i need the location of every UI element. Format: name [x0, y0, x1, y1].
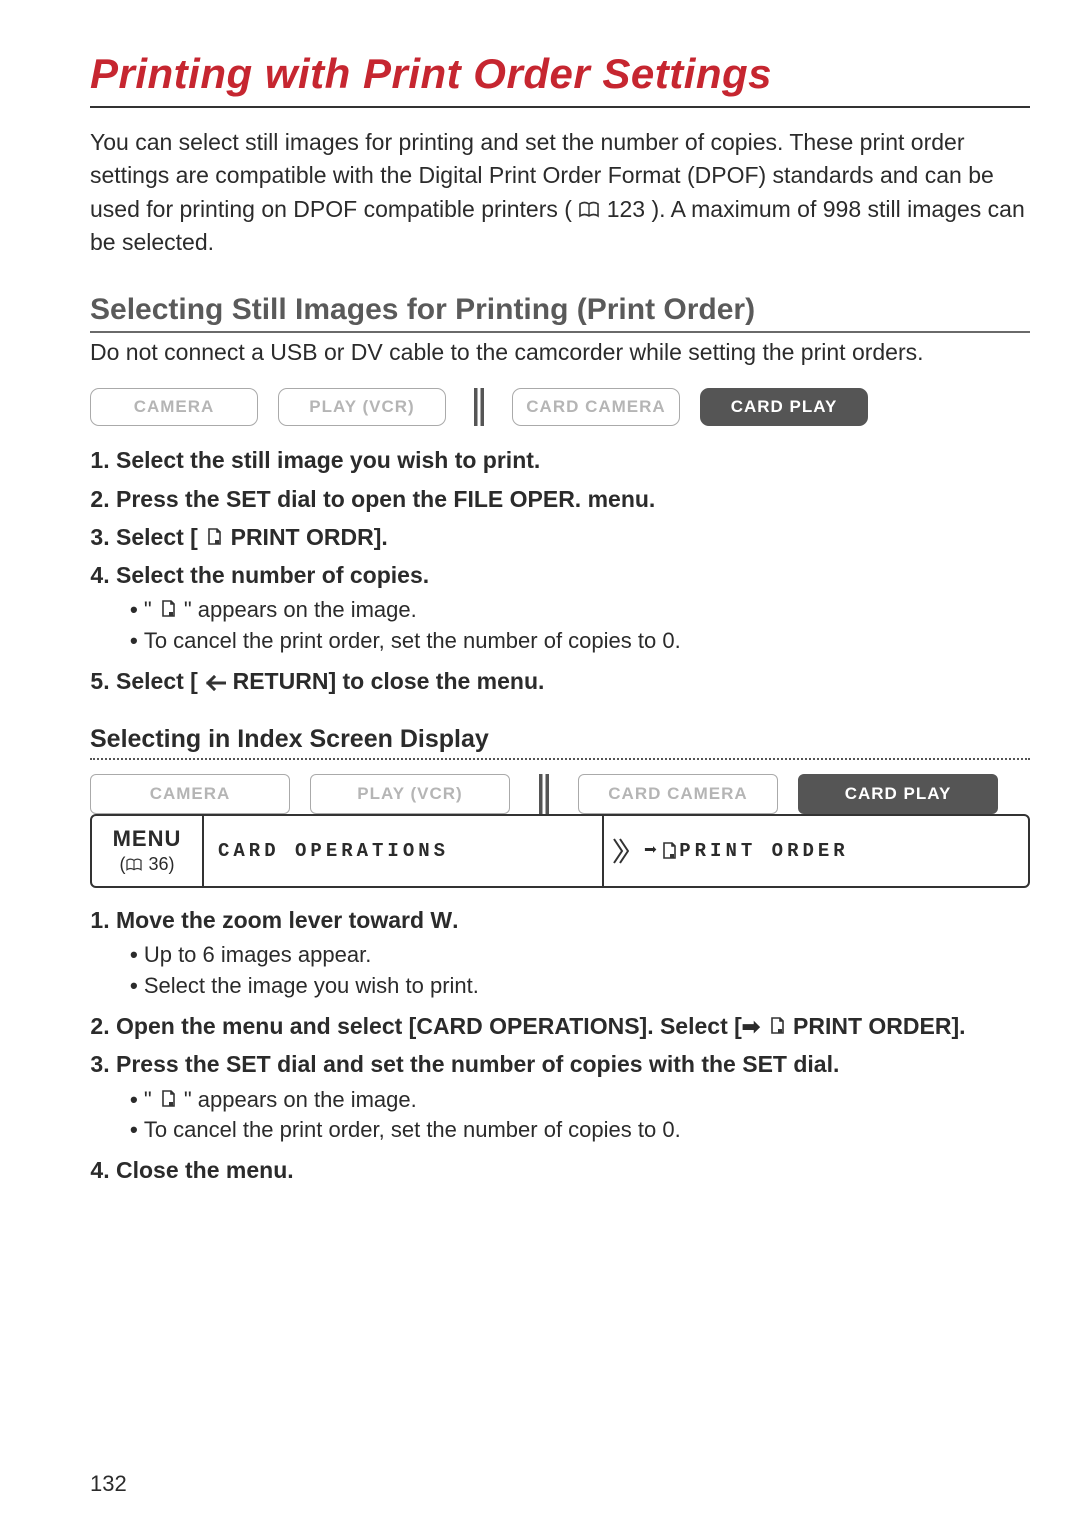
- return-arrow-icon: [204, 675, 226, 691]
- step2-3-bullet-1: " " appears on the image.: [130, 1085, 1030, 1116]
- page-title: Printing with Print Order Settings: [90, 50, 1030, 106]
- mode-camera: CAMERA: [90, 388, 258, 426]
- steps-list-1: Select the still image you wish to print…: [90, 444, 1030, 697]
- menu-label-cell: MENU ( 36): [92, 816, 202, 886]
- mode-card-camera: CARD CAMERA: [578, 774, 778, 814]
- step-5: Select [ RETURN] to close the menu.: [116, 665, 1030, 697]
- step2-2-b: PRINT ORDER].: [793, 1013, 966, 1039]
- mode-play-vcr: PLAY (VCR): [278, 388, 446, 426]
- print-order-icon: [767, 1016, 787, 1036]
- print-order-icon: [659, 841, 679, 861]
- section-heading-print-order: Selecting Still Images for Printing (Pri…: [90, 293, 1030, 333]
- mode-row-2: CAMERA PLAY (VCR) CARD CAMERA CARD PLAY: [90, 774, 1030, 814]
- arrow-right-icon: ➡: [742, 1014, 760, 1039]
- mode-card-play-active: CARD PLAY: [700, 388, 868, 426]
- step-3-text-b: PRINT ORDR].: [231, 524, 388, 550]
- menu-path-panel: MENU ( 36) CARD OPERATIONS ➡ PRINT ORDER: [90, 814, 1030, 888]
- step-4-text: Select the number of copies.: [116, 562, 429, 588]
- mode-separator: [530, 774, 558, 814]
- menu-path-operations: CARD OPERATIONS: [202, 816, 602, 886]
- mode-camera: CAMERA: [90, 774, 290, 814]
- step2-2: Open the menu and select [CARD OPERATION…: [116, 1010, 1030, 1043]
- menu-word: MENU: [113, 826, 182, 852]
- title-rule: [90, 106, 1030, 108]
- section-sub-usb-warning: Do not connect a USB or DV cable to the …: [90, 339, 1030, 366]
- step2-1-a: Move the zoom lever toward: [116, 907, 430, 933]
- intro-ref: 123: [607, 196, 645, 222]
- step2-3-text: Press the SET dial and set the number of…: [116, 1051, 839, 1077]
- step-5-text-b: RETURN] to close the menu.: [233, 668, 545, 694]
- step2-3-b1-b: " appears on the image.: [184, 1087, 417, 1112]
- step2-1-w: W: [430, 907, 452, 933]
- page-number: 132: [90, 1471, 127, 1497]
- step2-1-bullet-1: Up to 6 images appear.: [130, 940, 1030, 971]
- step-4-b1-b: " appears on the image.: [184, 597, 417, 622]
- mode-card-camera: CARD CAMERA: [512, 388, 680, 426]
- step2-3-bullet-2: To cancel the print order, set the numbe…: [130, 1115, 1030, 1146]
- arrow-right-icon: ➡: [644, 838, 657, 864]
- step-4: Select the number of copies. " " appears…: [116, 559, 1030, 657]
- step-3: Select [ PRINT ORDR].: [116, 521, 1030, 553]
- print-order-icon: [158, 599, 178, 619]
- step-4-bullet-2: To cancel the print order, set the numbe…: [130, 626, 1030, 657]
- menu-path-print-order: ➡ PRINT ORDER: [636, 816, 1028, 886]
- step2-2-a: Open the menu and select [CARD OPERATION…: [116, 1013, 742, 1039]
- step-2: Press the SET dial to open the FILE OPER…: [116, 483, 1030, 515]
- step2-4: Close the menu.: [116, 1154, 1030, 1186]
- mode-row-1: CAMERA PLAY (VCR) CARD CAMERA CARD PLAY: [90, 388, 1030, 426]
- step2-1-b: .: [452, 907, 458, 933]
- step-3-text-a: Select [: [116, 524, 198, 550]
- step2-3-b1-a: ": [144, 1087, 158, 1112]
- intro-paragraph: You can select still images for printing…: [90, 126, 1030, 259]
- mode-play-vcr: PLAY (VCR): [310, 774, 510, 814]
- subsection-heading-index-screen: Selecting in Index Screen Display: [90, 725, 1030, 754]
- step-5-text-a: Select [: [116, 668, 198, 694]
- steps-list-2: Move the zoom lever toward W. Up to 6 im…: [90, 904, 1030, 1187]
- chevron-right-icon: [611, 837, 629, 865]
- mode-card-play-active: CARD PLAY: [798, 774, 998, 814]
- step2-3: Press the SET dial and set the number of…: [116, 1048, 1030, 1146]
- manual-page: Printing with Print Order Settings You c…: [0, 0, 1080, 1533]
- menu-path-print-order-text: PRINT ORDER: [679, 840, 848, 862]
- step-1: Select the still image you wish to print…: [116, 444, 1030, 476]
- print-order-icon: [204, 527, 224, 547]
- menu-path-arrow: [602, 816, 636, 886]
- step-4-bullet-1: " " appears on the image.: [130, 595, 1030, 626]
- manual-page-icon: [125, 858, 143, 872]
- step-4-b1-a: ": [144, 597, 158, 622]
- menu-ref: ( 36): [119, 854, 174, 875]
- step2-1-bullet-2: Select the image you wish to print.: [130, 971, 1030, 1002]
- mode-separator: [466, 388, 492, 426]
- manual-page-icon: [578, 201, 600, 219]
- menu-ref-text: 36): [143, 854, 174, 874]
- print-order-icon: [158, 1089, 178, 1109]
- step2-1: Move the zoom lever toward W. Up to 6 im…: [116, 904, 1030, 1002]
